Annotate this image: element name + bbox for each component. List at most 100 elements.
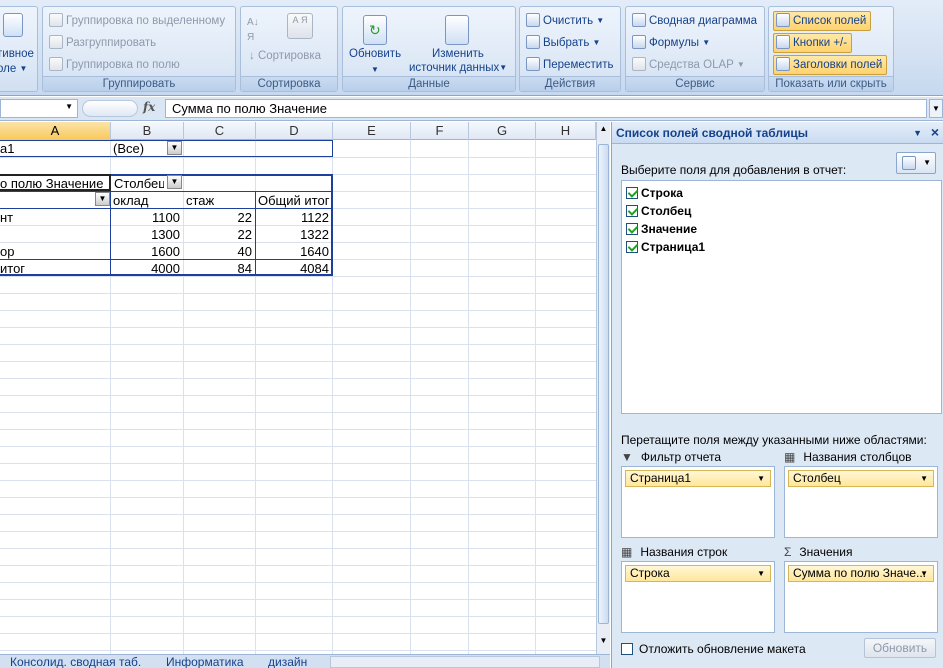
- values-zone[interactable]: Сумма по полю Значе... ▼: [784, 561, 938, 633]
- row-field-dropdown-icon[interactable]: ▼: [95, 192, 110, 206]
- scroll-up-icon[interactable]: ▲: [598, 124, 609, 138]
- refresh-icon: ↻: [363, 15, 387, 45]
- worksheet[interactable]: A B C D E F G H а1 (Все) ▼ о полю Значен…: [0, 122, 596, 654]
- column-labels-header: ▦ Названия столбцов: [784, 450, 912, 464]
- column-field-dropdown-icon[interactable]: ▼: [167, 175, 182, 189]
- column-header-c[interactable]: C: [184, 122, 256, 140]
- olap-icon: [632, 57, 646, 71]
- chip-dropdown-icon[interactable]: ▼: [920, 566, 928, 581]
- arrow-left-icon: [49, 35, 63, 49]
- data-group-label: Данные: [343, 76, 515, 91]
- refresh-button[interactable]: Обновить: [349, 47, 401, 62]
- sort-az-button[interactable]: A↓ Я: [247, 15, 259, 45]
- column-header-h[interactable]: H: [536, 122, 596, 140]
- move-button[interactable]: Переместить: [526, 57, 613, 73]
- field-item-page1[interactable]: Страница1: [626, 239, 705, 255]
- pane-options-icon[interactable]: ▼: [913, 122, 922, 144]
- formula-bar-splitter[interactable]: [82, 100, 138, 117]
- chip-dropdown-icon[interactable]: ▼: [757, 566, 765, 581]
- group-by-selection-button[interactable]: Группировка по выделенному: [49, 13, 225, 29]
- field-item-value[interactable]: Значение: [626, 221, 697, 237]
- checkbox-checked-icon[interactable]: [626, 205, 638, 217]
- drag-fields-label: Перетащите поля между указанными ниже об…: [621, 433, 927, 447]
- formulas-button[interactable]: Формулы ▼: [632, 35, 710, 51]
- olap-tools-button[interactable]: Средства OLAP ▼: [632, 57, 745, 73]
- sheet-tab-informatics[interactable]: Информатика: [166, 655, 244, 668]
- filter-icon: ▼: [621, 450, 633, 464]
- pivot-row-label: нт: [0, 210, 14, 225]
- sort-group: A↓ Я А Я ↓ Сортировка Сортировка: [240, 6, 338, 92]
- column-labels-zone[interactable]: Столбец ▼: [784, 466, 938, 538]
- sigma-icon: Σ: [784, 545, 792, 559]
- name-box[interactable]: ▼: [0, 99, 78, 118]
- clear-button[interactable]: Очистить ▼: [526, 13, 604, 29]
- layout-icon: [902, 156, 916, 170]
- sort-group-label: Сортировка: [241, 76, 337, 91]
- report-filter-zone[interactable]: Страница1 ▼: [621, 466, 775, 538]
- column-header-e[interactable]: E: [333, 122, 411, 140]
- pivot-row-label: [0, 226, 108, 243]
- pane-title: Список полей сводной таблицы ▼ ×: [612, 122, 943, 144]
- pivot-cell: 1600: [151, 244, 180, 259]
- column-header-d[interactable]: D: [256, 122, 333, 140]
- update-button[interactable]: Обновить: [864, 638, 936, 658]
- buttons-toggle[interactable]: Кнопки +/-: [773, 33, 853, 53]
- column-header-b[interactable]: B: [111, 122, 184, 140]
- pivot-chart-button[interactable]: Сводная диаграмма: [632, 13, 757, 29]
- close-icon[interactable]: ×: [931, 121, 939, 143]
- name-box-dropdown-icon[interactable]: ▼: [65, 102, 73, 111]
- formula-input[interactable]: Сумма по полю Значение: [165, 99, 927, 118]
- field-list: Строка Столбец Значение Страница1: [621, 180, 942, 414]
- defer-update-checkbox[interactable]: Отложить обновление макета: [621, 642, 806, 656]
- scroll-down-icon[interactable]: ▼: [598, 636, 609, 650]
- row-chip[interactable]: Строка ▼: [625, 565, 771, 582]
- row-labels-zone[interactable]: Строка ▼: [621, 561, 775, 633]
- pivot-col-name-experience: стаж: [186, 193, 215, 208]
- checkbox-unchecked-icon[interactable]: [621, 643, 633, 655]
- insert-function-icon[interactable]: fx: [143, 100, 155, 114]
- sort-button[interactable]: ↓ Сортировка: [249, 49, 321, 64]
- pivot-cell: 22: [237, 227, 252, 242]
- checkbox-checked-icon[interactable]: [626, 187, 638, 199]
- page-filter-dropdown-icon[interactable]: ▼: [167, 141, 182, 155]
- column-chip[interactable]: Столбец ▼: [788, 470, 934, 487]
- arrow-right-icon: [49, 13, 63, 27]
- chip-dropdown-icon[interactable]: ▼: [757, 471, 765, 486]
- ungroup-button[interactable]: Разгруппировать: [49, 35, 156, 51]
- values-chip[interactable]: Сумма по полю Значе... ▼: [788, 565, 934, 582]
- sheet-tab-design[interactable]: дизайн: [268, 655, 307, 668]
- group-group: Группировка по выделенному Разгруппирова…: [42, 6, 236, 92]
- pivot-table-icon: [3, 13, 23, 37]
- checkbox-checked-icon[interactable]: [626, 223, 638, 235]
- pivot-cell: 1322: [300, 227, 329, 242]
- field-headers-toggle[interactable]: Заголовки полей: [773, 55, 888, 75]
- show-hide-group-label: Показать или скрыть: [769, 76, 893, 91]
- field-list-toggle[interactable]: Список полей: [773, 11, 872, 31]
- pivot-options-label-2[interactable]: оле ▼: [0, 61, 27, 77]
- select-button[interactable]: Выбрать ▼: [526, 35, 600, 51]
- group-field-icon: [49, 57, 63, 71]
- formulas-icon: [632, 35, 646, 49]
- expand-formula-bar-icon[interactable]: ▼: [929, 99, 943, 118]
- checkbox-checked-icon[interactable]: [626, 241, 638, 253]
- page-filter-label: а1: [0, 141, 15, 156]
- refresh-dropdown[interactable]: ▼: [371, 62, 379, 77]
- field-item-row[interactable]: Строка: [626, 185, 683, 201]
- vertical-scrollbar[interactable]: ▲ ▼: [596, 122, 610, 654]
- horizontal-scrollbar[interactable]: [330, 656, 600, 668]
- sheet-tab-consolidated[interactable]: Консолид. сводная таб.: [10, 655, 141, 668]
- group-by-field-button[interactable]: Группировка по полю: [49, 57, 180, 73]
- pivot-options-label-1[interactable]: тивное: [0, 47, 34, 62]
- column-header-f[interactable]: F: [411, 122, 469, 140]
- service-group-label: Сервис: [626, 76, 764, 91]
- field-item-column[interactable]: Столбец: [626, 203, 691, 219]
- filter-chip-page1[interactable]: Страница1 ▼: [625, 470, 771, 487]
- column-header-a[interactable]: A: [0, 122, 111, 140]
- column-header-g[interactable]: G: [469, 122, 536, 140]
- scroll-thumb[interactable]: [598, 144, 609, 624]
- chip-dropdown-icon[interactable]: ▼: [920, 471, 928, 486]
- change-source-button-line2[interactable]: источник данных▼: [409, 60, 507, 76]
- change-source-icon: [445, 15, 469, 45]
- layout-options-button[interactable]: ▼: [896, 152, 936, 174]
- data-group: ↻ Обновить ▼ Изменить источник данных▼ Д…: [342, 6, 516, 92]
